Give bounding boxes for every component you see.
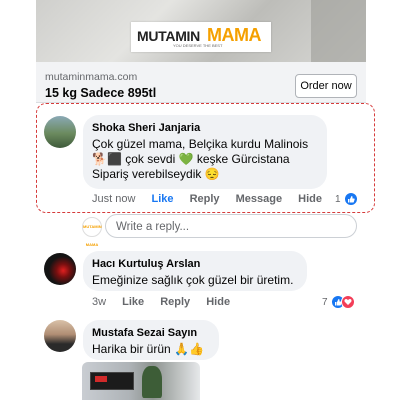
- order-now-button[interactable]: Order now: [295, 74, 357, 98]
- reaction-count: 7: [322, 296, 328, 308]
- comment-bubble: Hacı Kurtuluş Arslan Emeğinize sağlık ço…: [83, 251, 307, 291]
- reply-input[interactable]: Write a reply...: [105, 214, 357, 238]
- love-reaction-icon: [340, 295, 355, 309]
- comment-text: Çok güzel mama, Belçika kurdu Malinois 🐕…: [92, 137, 309, 181]
- reaction-summary[interactable]: 7: [322, 295, 355, 309]
- comment-time: Just now: [92, 193, 136, 205]
- ad-logo-tagline: YOU DESERVE THE BEST: [173, 43, 223, 48]
- comment-time: 3w: [92, 296, 107, 308]
- reaction-summary[interactable]: 1: [335, 192, 358, 206]
- comment-author[interactable]: Shoka Sheri Janjaria: [92, 122, 200, 134]
- message-button[interactable]: Message: [236, 193, 282, 205]
- avatar[interactable]: [44, 320, 76, 352]
- ad-title[interactable]: 15 kg Sadece 895tl: [45, 86, 156, 100]
- comment-author[interactable]: Mustafa Sezai Sayın: [92, 327, 197, 339]
- comment-actions: Just now Like Reply Message Hide: [92, 193, 335, 205]
- reply-button[interactable]: Reply: [160, 296, 190, 308]
- ad-domain[interactable]: mutaminmama.com: [45, 71, 137, 83]
- reply-button[interactable]: Reply: [190, 193, 220, 205]
- hide-button[interactable]: Hide: [298, 193, 322, 205]
- like-reaction-icon: [343, 192, 358, 206]
- ad-image[interactable]: MUTAMIN MAMA YOU DESERVE THE BEST: [36, 0, 366, 62]
- comment-text: Harika bir ürün 🙏👍: [92, 342, 204, 356]
- avatar[interactable]: [44, 253, 76, 285]
- ad-logo-text-1: MUTAMIN: [137, 28, 200, 44]
- page-avatar: MUTAMIN MAMA: [82, 217, 102, 247]
- comment-bubble: Shoka Sheri Janjaria Çok güzel mama, Bel…: [83, 115, 327, 189]
- ad-image-shadow: [311, 0, 366, 62]
- photo-plant: [142, 366, 162, 398]
- avatar[interactable]: [44, 116, 76, 148]
- hide-button[interactable]: Hide: [206, 296, 230, 308]
- left-margin: [0, 0, 36, 400]
- comment-author[interactable]: Hacı Kurtuluş Arslan: [92, 258, 200, 270]
- comment-photo[interactable]: [82, 362, 200, 400]
- like-button[interactable]: Like: [151, 193, 173, 205]
- like-button[interactable]: Like: [122, 296, 144, 308]
- comment-actions: 3w Like Reply Hide: [92, 296, 243, 308]
- reaction-count: 1: [335, 193, 341, 205]
- comment-bubble: Mustafa Sezai Sayın Harika bir ürün 🙏👍: [83, 320, 219, 360]
- comment-text: Emeğinize sağlık çok güzel bir üretim.: [92, 273, 294, 287]
- ad-footer[interactable]: mutaminmama.com 15 kg Sadece 895tl Order…: [36, 62, 366, 103]
- ad-logo: MUTAMIN MAMA YOU DESERVE THE BEST: [131, 22, 271, 52]
- photo-tv: [90, 372, 134, 390]
